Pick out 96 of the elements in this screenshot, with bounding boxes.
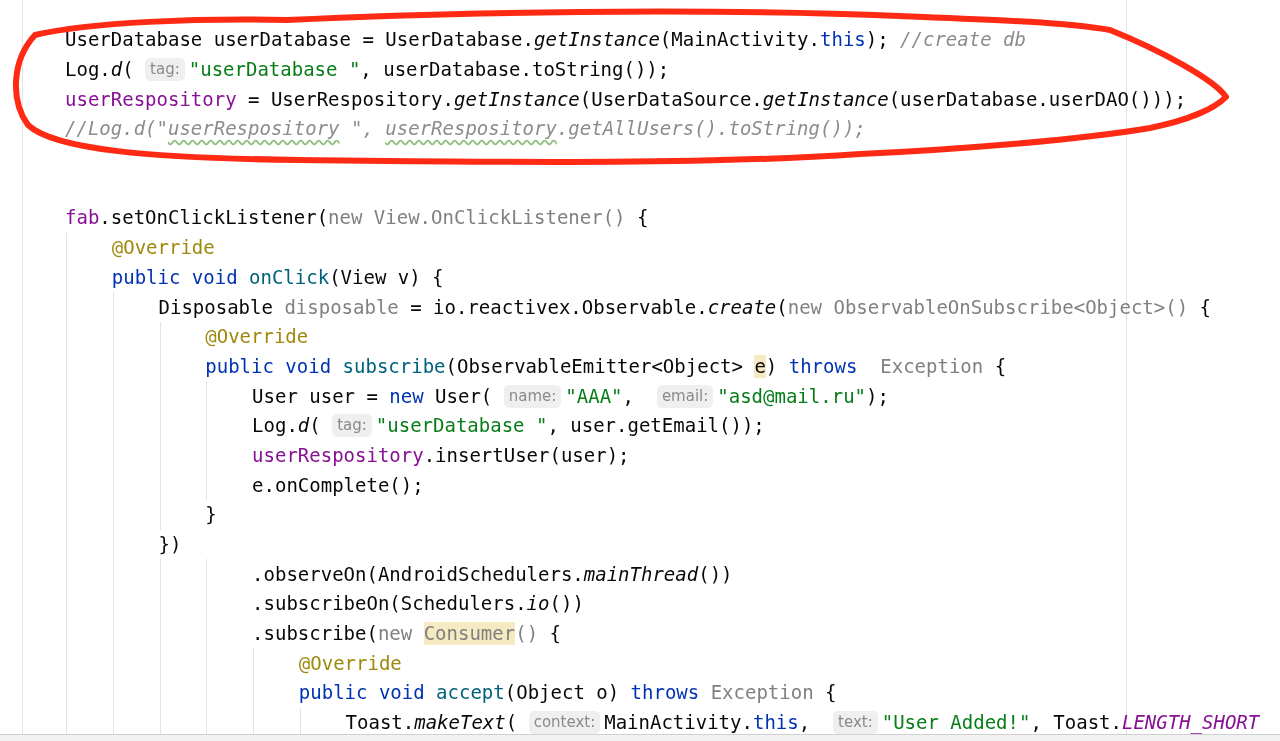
code-text: ( xyxy=(122,58,135,82)
code-text: userRespository xyxy=(385,117,557,141)
code-text: makeText xyxy=(414,711,506,734)
code-text: (userDatabase.userDAO())); xyxy=(888,87,1187,111)
code-text: Exception xyxy=(709,681,814,705)
code-text: @Override xyxy=(111,236,215,260)
code-text: { xyxy=(548,622,561,646)
code-text: Exception xyxy=(879,354,984,378)
code-text: create xyxy=(707,295,777,319)
code-text: MainActivity. xyxy=(604,711,753,734)
code-text: , xyxy=(798,711,812,734)
code-text: "userDatabase " xyxy=(188,58,361,82)
code-text: = UserRespository. xyxy=(247,87,454,111)
code-text: public void xyxy=(298,681,426,705)
code-text: Consumer xyxy=(423,622,516,646)
code-text: , xyxy=(622,384,635,408)
code-text: User user = xyxy=(252,384,379,408)
code-text: new ObservableOnSubscribe<Object>() xyxy=(787,295,1189,319)
code-text: ) xyxy=(765,354,779,378)
code-text: getInstance xyxy=(453,87,580,111)
code-text: ( xyxy=(309,414,322,438)
code-text: "AAA" xyxy=(565,384,623,408)
code-text: userRespository xyxy=(65,87,237,111)
code-text: ); xyxy=(865,28,890,52)
code-text: //Log.d(" xyxy=(65,117,168,141)
code-text: { xyxy=(1198,295,1211,319)
code-text: = io.reactivex.Observable. xyxy=(409,295,708,319)
code-text: getInstance xyxy=(762,87,889,111)
code-text: accept xyxy=(436,681,505,705)
code-text: "userDatabase " xyxy=(375,414,548,438)
code-text: (ObservableEmitter<Object> xyxy=(445,354,744,378)
code-text: Disposable xyxy=(158,295,274,319)
code-text: public void xyxy=(111,265,239,289)
code-text: User( xyxy=(434,384,494,408)
code-text: userRespository xyxy=(167,117,340,141)
code-text: this xyxy=(820,28,866,52)
parameter-hint: tag: xyxy=(145,58,185,82)
code-text: "asd@mail.ru" xyxy=(717,384,866,408)
code-text: disposable xyxy=(284,295,399,319)
parameter-hint: tag: xyxy=(332,414,372,438)
code-text: Toast. xyxy=(345,711,415,734)
code-text: fab xyxy=(65,206,100,230)
code-text: .getAllUsers().toString()); xyxy=(556,117,866,141)
code-text: getInstance xyxy=(534,28,660,52)
code-text: e xyxy=(754,354,766,378)
code-text: e.onComplete(); xyxy=(252,473,424,497)
code-text: "User Added!" xyxy=(881,711,1031,734)
code-text: () xyxy=(515,622,539,646)
code-text: (Object o) xyxy=(504,681,621,705)
code-text: (MainActivity. xyxy=(659,28,820,52)
code-text: , user.getEmail()); xyxy=(547,414,765,438)
code-text: (View v) { xyxy=(329,265,444,289)
code-text: } xyxy=(205,503,217,527)
code-text: subscribe xyxy=(342,354,446,378)
code-text: , Toast. xyxy=(1030,711,1122,734)
code-text: io xyxy=(526,592,550,616)
code-text: new View.OnClickListener() xyxy=(328,206,626,230)
code-text: Log. xyxy=(65,58,111,82)
code-text: .subscribe( xyxy=(252,622,378,646)
code-text: UserDatabase userDatabase = UserDatabase. xyxy=(65,28,534,52)
code-text: .setOnClickListener( xyxy=(99,206,329,230)
code-text: new xyxy=(389,384,424,408)
code-text: new xyxy=(377,622,414,646)
code-text: ( xyxy=(505,711,519,734)
code-text: onClick xyxy=(249,265,330,289)
code-text: throws xyxy=(630,681,700,705)
code-text: ( xyxy=(776,295,788,319)
code-text: d xyxy=(110,58,123,82)
code-text: , userDatabase.toString()); xyxy=(360,58,670,82)
code-text: this xyxy=(752,711,799,734)
code-text: userRespository xyxy=(252,443,424,467)
code-text: (UserDataSource. xyxy=(579,87,763,111)
code-text: .observeOn(AndroidSchedulers. xyxy=(252,562,584,586)
code-text: public void xyxy=(205,354,333,378)
parameter-hint: email: xyxy=(656,384,714,408)
code-text: LENGTH_SHORT xyxy=(1121,711,1260,734)
code-text: ()) xyxy=(698,562,733,586)
parameter-hint: context: xyxy=(528,711,601,734)
code-text: @Override xyxy=(205,325,309,349)
code-text: //create db xyxy=(900,28,1026,52)
code-text: ", xyxy=(350,117,375,141)
code-text: ()) xyxy=(549,592,584,616)
parameter-hint: text: xyxy=(833,711,878,734)
code-text: { xyxy=(993,354,1007,378)
code-text: Log. xyxy=(252,414,298,438)
code-text: { xyxy=(824,681,837,705)
code-text: }) xyxy=(158,533,182,557)
code-text: ); xyxy=(866,384,889,408)
code-text: mainThread xyxy=(583,562,699,586)
code-text: .subscribeOn(Schedulers. xyxy=(252,592,527,616)
code-text: throws xyxy=(788,354,858,378)
parameter-hint: name: xyxy=(503,384,562,408)
code-text: @Override xyxy=(298,651,402,675)
code-text: { xyxy=(635,206,649,230)
code-text: d xyxy=(297,414,310,438)
code-text: .insertUser(user); xyxy=(423,443,630,467)
